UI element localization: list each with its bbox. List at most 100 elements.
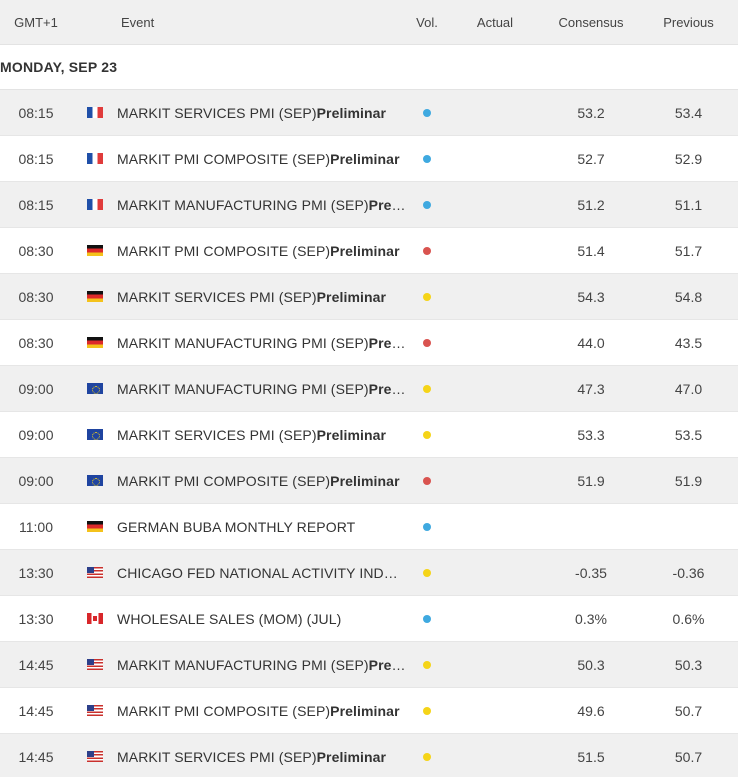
event-name[interactable]: WHOLESALE SALES (MOM) (JUL) — [117, 611, 407, 627]
flag-fr-icon — [86, 107, 103, 118]
event-name[interactable]: MARKIT SERVICES PMI (SEP)Preliminar — [117, 289, 407, 305]
consensus-value: 44.0 — [577, 334, 605, 351]
event-name[interactable]: MARKIT PMI COMPOSITE (SEP)Preliminar — [117, 473, 407, 489]
event-title: MARKIT SERVICES PMI (SEP) — [117, 288, 317, 305]
previous-value: 43.5 — [674, 334, 703, 351]
volatility-cell — [407, 384, 447, 393]
country-flag-cell — [72, 659, 117, 670]
country-flag-cell — [72, 383, 117, 394]
event-title: MARKIT SERVICES PMI (SEP) — [117, 104, 317, 121]
volatility-cell — [407, 292, 447, 301]
volatility-low-icon — [423, 108, 431, 117]
event-row[interactable]: 08:30 MARKIT SERVICES PMI (SEP)Preliminar… — [0, 274, 738, 320]
event-name[interactable]: MARKIT SERVICES PMI (SEP)Preliminar — [117, 749, 407, 765]
consensus-value: 51.9 — [577, 472, 605, 489]
event-time: 11:00 — [19, 518, 53, 535]
event-row[interactable]: 13:30 CHICAGO FED NATIONAL ACTIVITY INDEX… — [0, 550, 738, 596]
volatility-high-icon — [423, 338, 431, 347]
event-row[interactable]: 09:00 MARKIT MANUFACTURING PMI (SEP)Preli… — [0, 366, 738, 412]
consensus-header: Consensus — [558, 14, 624, 30]
volatility-cell — [407, 430, 447, 439]
flag-us-icon — [86, 705, 103, 716]
flag-de-icon — [86, 521, 103, 532]
event-suffix: Preliminar — [330, 242, 400, 259]
event-name[interactable]: MARKIT MANUFACTURING PMI (SEP)Preliminar — [117, 197, 407, 213]
event-name[interactable]: MARKIT SERVICES PMI (SEP)Preliminar — [117, 105, 407, 121]
volatility-cell — [407, 706, 447, 715]
event-time: 14:45 — [18, 656, 54, 673]
country-flag-cell — [72, 153, 117, 164]
event-time: 08:15 — [18, 196, 54, 213]
event-row[interactable]: 08:15 MARKIT PMI COMPOSITE (SEP)Prelimina… — [0, 136, 738, 182]
flag-fr-icon — [86, 199, 103, 210]
volatility-low-icon — [423, 522, 431, 531]
previous-value: 53.5 — [674, 426, 703, 443]
volatility-cell — [407, 246, 447, 255]
event-row[interactable]: 08:30 MARKIT PMI COMPOSITE (SEP)Prelimina… — [0, 228, 738, 274]
actual-header: Actual — [476, 14, 514, 30]
event-name[interactable]: CHICAGO FED NATIONAL ACTIVITY INDEX (AUG… — [117, 565, 407, 581]
event-time: 13:30 — [18, 564, 54, 581]
event-name[interactable]: MARKIT SERVICES PMI (SEP)Preliminar — [117, 427, 407, 443]
event-time: 09:00 — [18, 472, 54, 489]
country-flag-cell — [72, 429, 117, 440]
event-suffix: Preliminar — [316, 104, 387, 121]
country-flag-cell — [72, 705, 117, 716]
volatility-low-icon — [423, 154, 431, 163]
previous-value: 50.7 — [674, 748, 703, 765]
timezone-header[interactable]: GMT+1 — [0, 15, 72, 30]
event-name[interactable]: MARKIT MANUFACTURING PMI (SEP)Preliminar — [117, 657, 407, 673]
previous-value: 51.9 — [674, 472, 703, 489]
volatility-medium-icon — [423, 430, 431, 439]
country-flag-cell — [72, 613, 117, 624]
event-name[interactable]: MARKIT MANUFACTURING PMI (SEP)Preliminar — [117, 381, 407, 397]
event-row[interactable]: 09:00 MARKIT SERVICES PMI (SEP)Preliminar… — [0, 412, 738, 458]
volatility-low-icon — [423, 200, 431, 209]
event-suffix: Preliminar — [316, 748, 387, 765]
flag-de-icon — [86, 291, 103, 302]
event-row[interactable]: 08:15 MARKIT SERVICES PMI (SEP)Preliminar… — [0, 90, 738, 136]
flag-eu-icon — [86, 429, 103, 440]
volatility-cell — [407, 154, 447, 163]
flag-us-icon — [86, 659, 103, 670]
country-flag-cell — [72, 567, 117, 578]
country-flag-cell — [72, 475, 117, 486]
country-flag-cell — [72, 521, 117, 532]
event-name[interactable]: MARKIT MANUFACTURING PMI (SEP)Preliminar — [117, 335, 407, 351]
consensus-value: 53.3 — [577, 426, 605, 443]
event-row[interactable]: 09:00 MARKIT PMI COMPOSITE (SEP)Prelimina… — [0, 458, 738, 504]
volatility-cell — [407, 200, 447, 209]
event-name[interactable]: MARKIT PMI COMPOSITE (SEP)Preliminar — [117, 243, 407, 259]
event-title: MARKIT MANUFACTURING PMI (SEP) — [117, 196, 369, 213]
event-row[interactable]: 08:30 MARKIT MANUFACTURING PMI (SEP)Preli… — [0, 320, 738, 366]
consensus-value: 51.4 — [577, 242, 605, 259]
event-row[interactable]: 14:45 MARKIT SERVICES PMI (SEP)Preliminar… — [0, 734, 738, 777]
volatility-cell — [407, 568, 447, 577]
event-name[interactable]: MARKIT PMI COMPOSITE (SEP)Preliminar — [117, 151, 407, 167]
event-row[interactable]: 14:45 MARKIT MANUFACTURING PMI (SEP)Preli… — [0, 642, 738, 688]
volatility-cell — [407, 752, 447, 761]
flag-ca-icon — [86, 613, 103, 624]
previous-value: 53.4 — [674, 104, 703, 121]
event-name[interactable]: MARKIT PMI COMPOSITE (SEP)Preliminar — [117, 703, 407, 719]
event-suffix: Preliminar — [368, 380, 407, 397]
consensus-value: 51.2 — [577, 196, 605, 213]
event-suffix: Preliminar — [330, 150, 400, 167]
consensus-value: 52.7 — [577, 150, 605, 167]
event-title: WHOLESALE SALES (MOM) (JUL) — [117, 610, 342, 627]
event-title: MARKIT MANUFACTURING PMI (SEP) — [117, 380, 369, 397]
flag-eu-icon — [86, 475, 103, 486]
country-flag-cell — [72, 291, 117, 302]
previous-value: 54.8 — [674, 288, 703, 305]
previous-value: 50.3 — [674, 656, 703, 673]
event-row[interactable]: 11:00 GERMAN BUBA MONTHLY REPORT — [0, 504, 738, 550]
country-flag-cell — [72, 751, 117, 762]
event-suffix: Preliminar — [368, 196, 407, 213]
event-row[interactable]: 13:30 WHOLESALE SALES (MOM) (JUL) 0.3% 0.6% — [0, 596, 738, 642]
event-name[interactable]: GERMAN BUBA MONTHLY REPORT — [117, 519, 407, 535]
event-row[interactable]: 14:45 MARKIT PMI COMPOSITE (SEP)Prelimina… — [0, 688, 738, 734]
event-row[interactable]: 08:15 MARKIT MANUFACTURING PMI (SEP)Preli… — [0, 182, 738, 228]
day-label: MONDAY, SEP 23 — [0, 59, 118, 75]
previous-value: 0.6% — [672, 610, 705, 627]
volatility-cell — [407, 614, 447, 623]
